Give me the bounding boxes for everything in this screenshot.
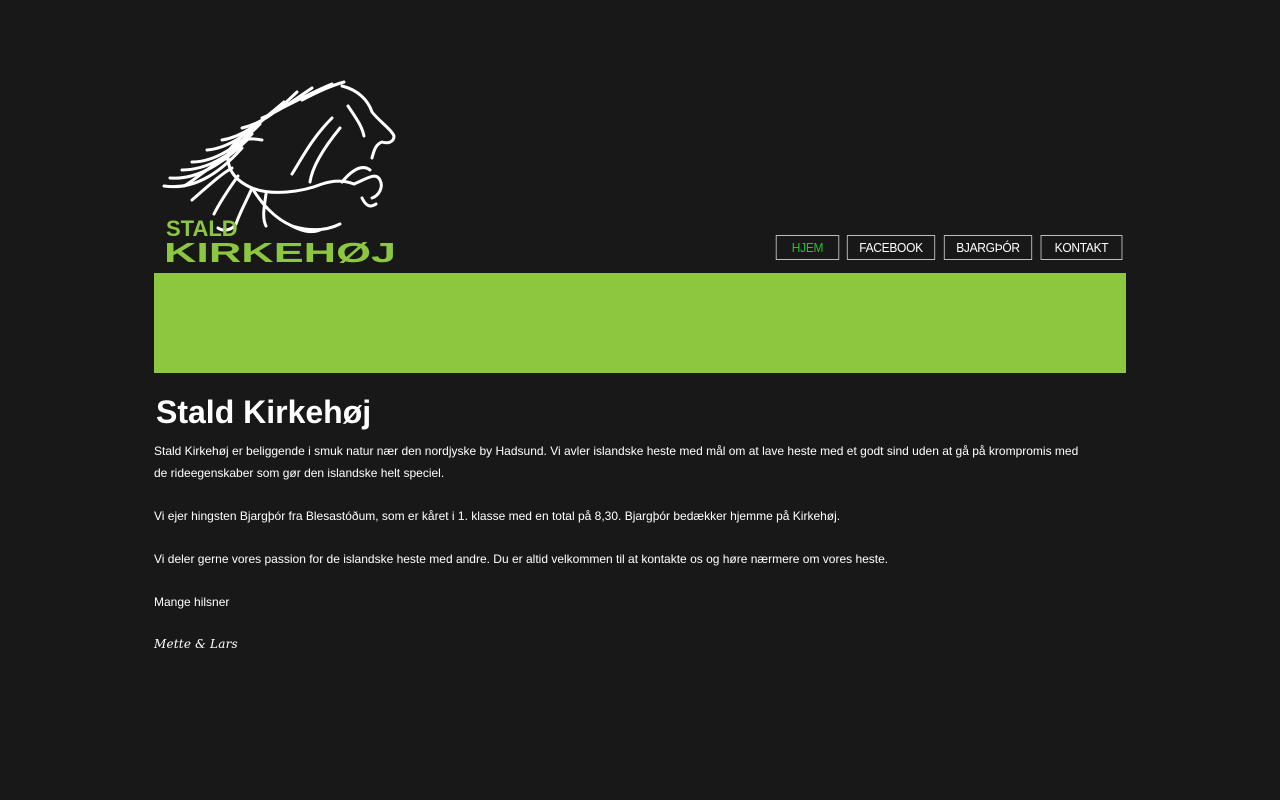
- nav-item-kontakt[interactable]: KONTAKT: [1040, 235, 1123, 260]
- stallion-paragraph: Vi ejer hingsten Bjargþór fra Blesastóðu…: [154, 509, 841, 523]
- site-logo[interactable]: STALD KIRKEHØJ: [162, 78, 398, 264]
- page: STALD KIRKEHØJ HJEM FACEBOOK BJARGÞÓR KO…: [0, 0, 1280, 800]
- nav-item-hjem[interactable]: HJEM: [775, 235, 840, 260]
- main-nav: HJEM FACEBOOK BJARGÞÓR KONTAKT: [773, 235, 1126, 260]
- green-banner: [154, 273, 1126, 373]
- intro-paragraph: Stald Kirkehøj er beliggende i smuk natu…: [154, 444, 1079, 480]
- greeting-paragraph: Mange hilsner: [154, 595, 230, 609]
- nav-item-facebook[interactable]: FACEBOOK: [846, 235, 936, 260]
- horse-icon: STALD KIRKEHØJ: [162, 80, 396, 264]
- page-title: Stald Kirkehøj: [156, 394, 372, 430]
- main-content: Stald Kirkehøj er beliggende i smuk natu…: [154, 440, 1089, 634]
- contact-paragraph: Vi deler gerne vores passion for de isla…: [154, 552, 889, 566]
- logo-line-2: KIRKEHØJ: [164, 237, 396, 264]
- nav-item-bjargthor[interactable]: BJARGÞÓR: [943, 235, 1033, 260]
- signature: Mette & Lars: [154, 637, 238, 651]
